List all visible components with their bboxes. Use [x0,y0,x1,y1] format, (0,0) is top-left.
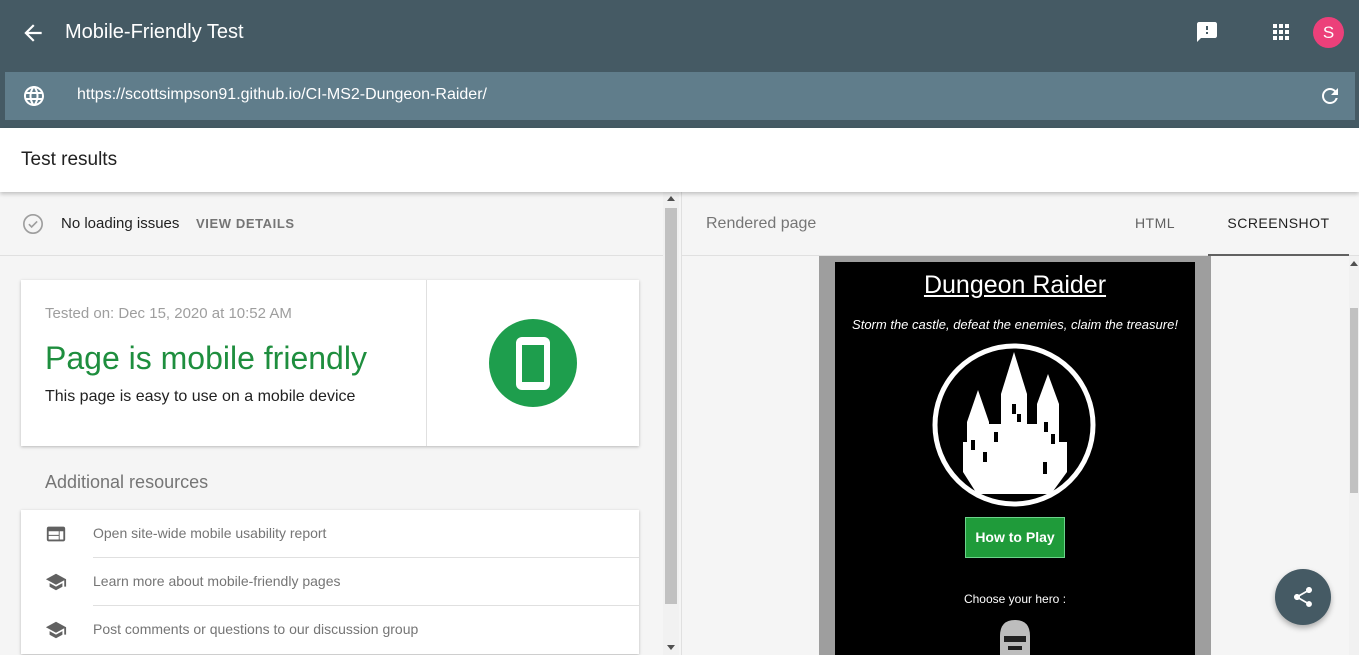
left-scrollbar[interactable] [663,192,679,655]
verdict-heading: Page is mobile friendly [45,340,367,376]
rendered-page-header: Rendered page HTML SCREENSHOT [682,192,1359,256]
school-icon [45,573,67,591]
resources-title: Additional resources [45,472,209,492]
tested-on-date: Tested on: Dec 15, 2020 at 10:52 AM [45,305,292,322]
castle-logo-icon [932,343,1096,507]
right-scrollbar[interactable] [1349,256,1359,655]
card-divider [426,280,427,446]
resource-label: Open site-wide mobile usability report [93,525,327,541]
mobile-friendly-badge [489,319,577,407]
url-bar: https://scottsimpson91.github.io/CI-MS2-… [5,72,1355,120]
list-item[interactable]: Open site-wide mobile usability report [21,510,639,558]
share-icon [1294,587,1312,607]
list-item[interactable]: Learn more about mobile-friendly pages [21,558,639,606]
feedback-button[interactable] [1195,20,1219,44]
refresh-button[interactable] [1318,84,1342,108]
knight-helmet-icon [1000,620,1030,655]
game-title: Dungeon Raider [923,271,1107,299]
verdict-description: This page is easy to use on a mobile dev… [45,388,356,405]
back-button[interactable] [20,20,46,46]
results-header: Test results [0,128,1359,192]
arrow-back-icon [24,24,42,42]
feedback-icon [1197,22,1217,42]
scrollbar-thumb[interactable] [665,208,677,604]
check-circle-icon [23,214,43,234]
tab-screenshot[interactable]: SCREENSHOT [1208,192,1349,256]
share-button[interactable] [1275,569,1331,625]
resource-label: Post comments or questions to our discus… [93,621,419,637]
result-card: Tested on: Dec 15, 2020 at 10:52 AM Page… [21,280,639,446]
resources-list: Open site-wide mobile usability report L… [21,510,639,654]
game-tagline: Storm the castle, defeat the enemies, cl… [852,317,1178,332]
view-details-button[interactable]: VIEW DETAILS [196,216,295,231]
report-icon [46,526,66,542]
google-apps-button[interactable] [1269,20,1293,44]
apps-grid-icon [1273,24,1289,40]
left-panel: No loading issues VIEW DETAILS Tested on… [0,192,663,655]
screenshot-frame: Dungeon Raider Storm the castle, defeat … [819,256,1211,655]
school-icon [45,621,67,639]
app-title: Mobile-Friendly Test [65,21,244,43]
choose-hero-label: Choose your hero : [963,592,1067,606]
scroll-up-arrow[interactable] [1350,261,1358,266]
loading-status-row: No loading issues VIEW DETAILS [0,192,663,256]
url-input[interactable]: https://scottsimpson91.github.io/CI-MS2-… [77,86,487,104]
loading-status-text: No loading issues [61,215,180,232]
app-header: Mobile-Friendly Test S https://scottsimp… [0,0,1359,128]
rendered-page-label: Rendered page [706,215,817,232]
tab-html[interactable]: HTML [1112,192,1198,256]
refresh-icon [1322,88,1338,104]
list-item[interactable]: Post comments or questions to our discus… [21,606,639,654]
smartphone-icon [516,337,550,390]
scrollbar-thumb[interactable] [1350,308,1358,493]
account-avatar[interactable]: S [1313,17,1344,48]
scroll-up-arrow[interactable] [667,196,675,201]
results-title: Test results [21,149,118,170]
scroll-down-arrow[interactable] [667,645,675,650]
screenshot-preview: Dungeon Raider Storm the castle, defeat … [835,262,1195,655]
rendered-page-panel: Rendered page HTML SCREENSHOT Dungeon Ra… [681,192,1359,655]
how-to-play-button: How to Play [965,517,1065,558]
resource-label: Learn more about mobile-friendly pages [93,573,341,589]
globe-icon [24,86,44,106]
